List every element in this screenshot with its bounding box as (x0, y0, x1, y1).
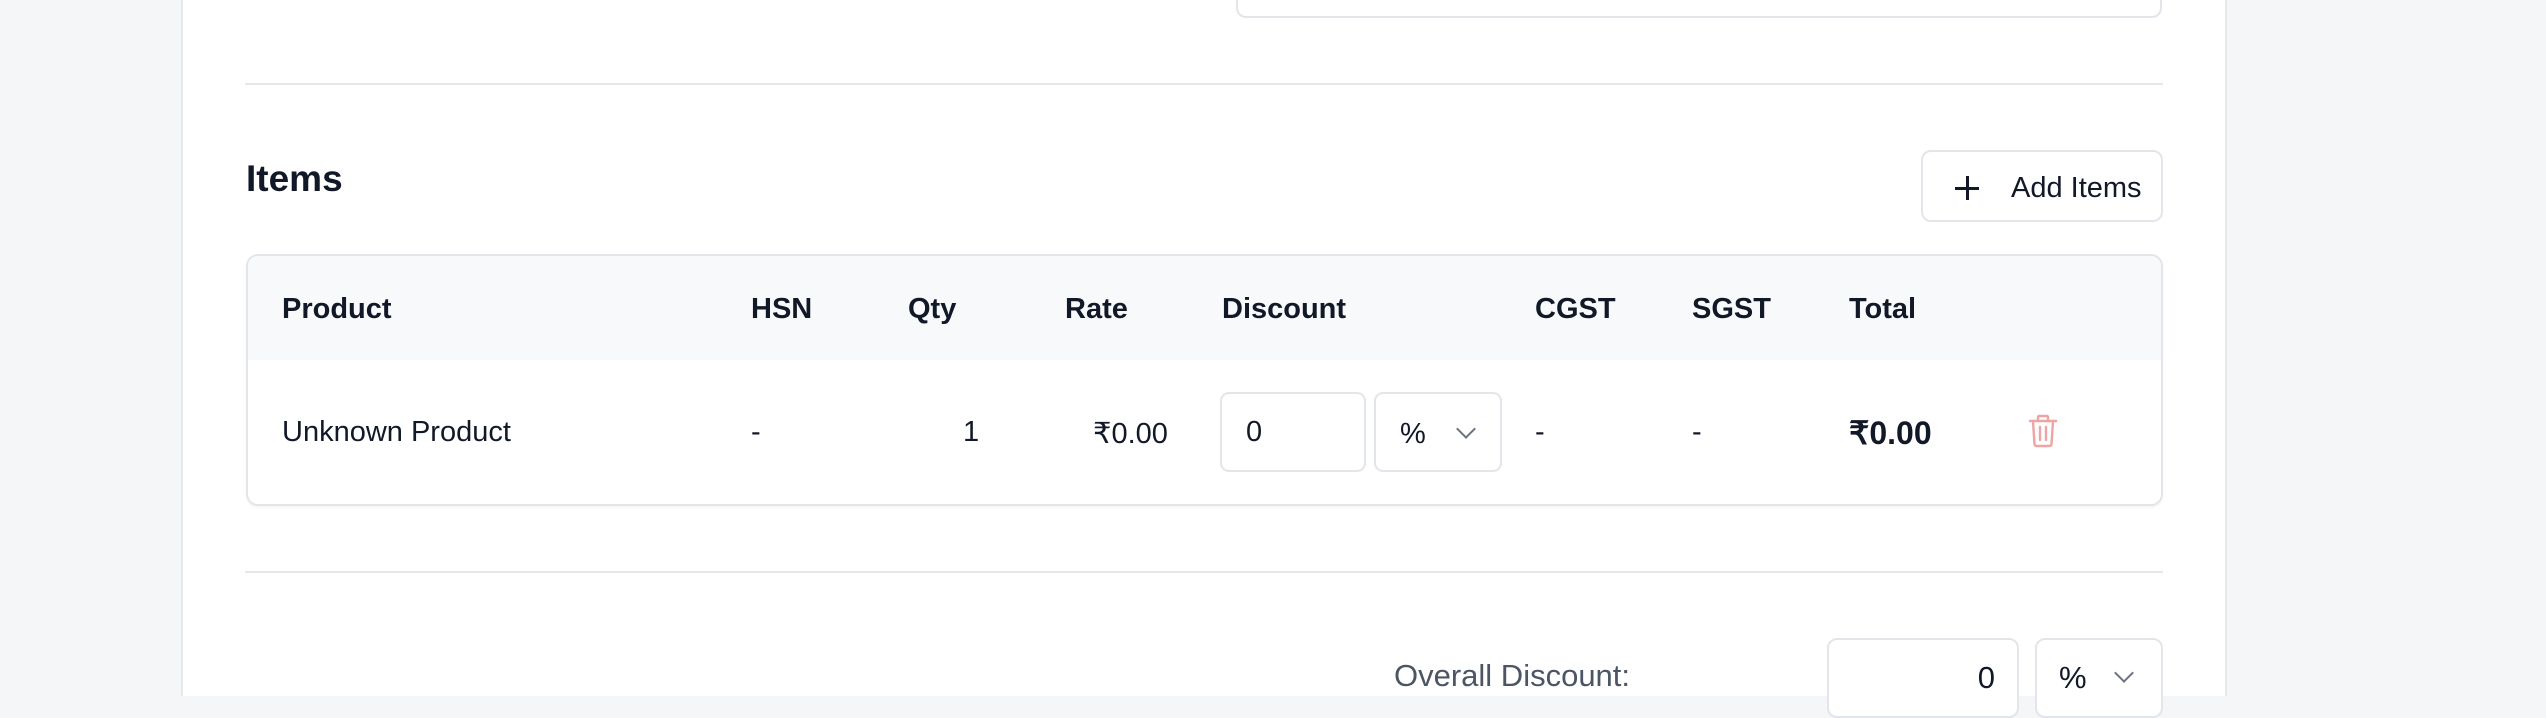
column-header-cgst: CGST (1535, 293, 1616, 325)
plus-icon (1955, 176, 1979, 200)
add-items-button[interactable]: Add Items (1921, 150, 2163, 222)
trash-icon[interactable] (2028, 414, 2058, 448)
items-section-title: Items (246, 158, 343, 199)
chevron-down-icon (2114, 663, 2134, 683)
overall-discount-type-select[interactable]: % (2035, 638, 2163, 718)
rate-cell: ₹0.00 (1093, 418, 1168, 450)
items-table: Product HSN Qty Rate Discount CGST SGST … (246, 254, 2163, 506)
column-header-total: Total (1849, 293, 1917, 325)
add-items-label: Add Items (2011, 172, 2142, 204)
discount-type-value: % (1400, 418, 1426, 450)
cgst-cell: - (1535, 416, 1545, 448)
column-header-qty: Qty (908, 293, 957, 325)
column-header-product: Product (282, 293, 392, 325)
section-divider (245, 83, 2163, 85)
previous-field-input[interactable] (1236, 0, 2162, 18)
discount-type-select[interactable]: % (1374, 392, 1502, 472)
qty-cell: 1 (963, 416, 980, 448)
column-header-discount: Discount (1222, 293, 1347, 325)
total-cell: ₹0.00 (1849, 415, 1932, 451)
product-cell: Unknown Product (282, 416, 511, 448)
column-header-rate: Rate (1065, 293, 1128, 325)
sgst-cell: - (1692, 416, 1702, 448)
chevron-down-icon (1456, 419, 1476, 439)
overall-discount-input[interactable] (1827, 638, 2019, 718)
table-header: Product HSN Qty Rate Discount CGST SGST … (248, 256, 2161, 360)
column-header-hsn: HSN (751, 293, 813, 325)
overall-discount-label: Overall Discount: (1394, 658, 1631, 693)
overall-discount-type-value: % (2059, 660, 2087, 695)
discount-value-input[interactable] (1220, 392, 1366, 472)
column-header-sgst: SGST (1692, 293, 1771, 325)
hsn-cell: - (751, 416, 761, 448)
section-divider (245, 571, 2163, 573)
